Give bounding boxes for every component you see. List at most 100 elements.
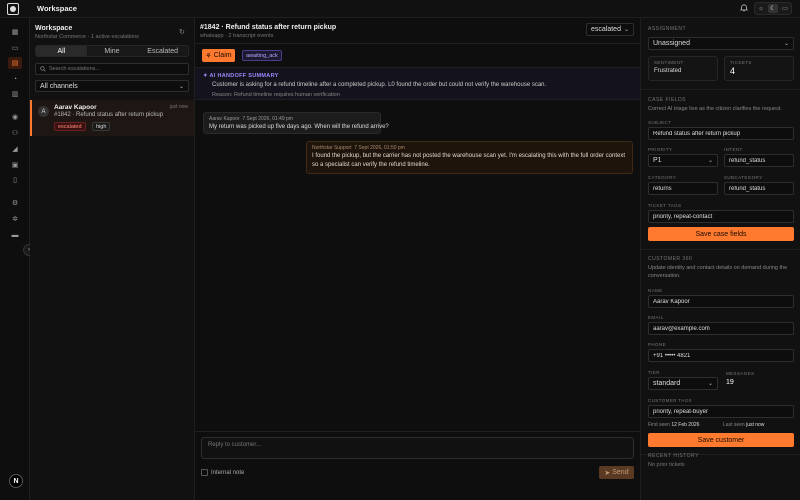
- priority-select[interactable]: P1 ⌄: [648, 154, 718, 167]
- search-icon: [40, 66, 46, 72]
- sparkle-icon: ✦: [203, 73, 208, 79]
- assignment-label: ASSIGNMENT: [648, 26, 687, 32]
- users-icon[interactable]: ⚇: [8, 127, 22, 139]
- last-seen: Last seen just now: [723, 422, 765, 428]
- gauge-icon[interactable]: ◔: [8, 73, 22, 85]
- agent-message: Northstar Support 7 Sept 2026, 01:50 pm …: [306, 141, 633, 174]
- inbox-icon[interactable]: ▭: [8, 42, 22, 54]
- name-input[interactable]: [648, 295, 794, 308]
- chevron-down-icon: ⌄: [783, 41, 789, 47]
- message-text: I found the pickup, but the carrier has …: [312, 153, 625, 168]
- list-item[interactable]: A Aarav Kapoor just now #1842 · Refund s…: [30, 100, 194, 136]
- list-subtitle: Northstar Commerce · 1 active escalation…: [35, 34, 139, 40]
- subject-input[interactable]: [648, 127, 794, 140]
- tab-mine[interactable]: Mine: [87, 46, 138, 56]
- thread-header: #1842 · Refund status after return picku…: [195, 18, 640, 44]
- priority-value: P1: [653, 157, 662, 164]
- book-icon[interactable]: ▯: [8, 174, 22, 186]
- user-avatar[interactable]: N: [9, 474, 23, 488]
- tier-select[interactable]: standard ⌄: [648, 377, 718, 390]
- moon-icon[interactable]: ☾: [768, 4, 778, 13]
- package-icon[interactable]: ▣: [8, 159, 22, 171]
- ai-handoff-summary: ✦ AI HANDOFF SUMMARY Customer is asking …: [195, 67, 640, 100]
- intent-label: INTENT: [724, 147, 743, 152]
- status-badge: escalated: [54, 122, 86, 131]
- priority-label: PRIORITY: [648, 147, 673, 152]
- tier-value: standard: [653, 380, 681, 387]
- escalation-list-panel: Workspace Northstar Commerce · 1 active …: [30, 18, 195, 500]
- customer-tags-input[interactable]: [648, 405, 794, 418]
- phone-field[interactable]: [648, 349, 794, 362]
- tier-label: TIER: [648, 370, 660, 375]
- logo-icon[interactable]: [7, 2, 19, 15]
- settings-icon[interactable]: ⚙: [8, 197, 22, 209]
- stat-label: SENTIMENT: [654, 60, 684, 65]
- status-value: escalated: [591, 26, 621, 33]
- thread-title: #1842 · Refund status after return picku…: [200, 24, 337, 31]
- nav-rail: ▦ ▭ ▤ ◔ ▥ ◉ ⚇ ◢ ▣ ▯ ⚙ ✲ ▬ › N: [0, 18, 35, 500]
- app-title: Workspace: [37, 4, 77, 13]
- reply-composer: Internal note ➤ Send: [195, 431, 640, 500]
- priority-badge: high: [92, 122, 111, 131]
- chevron-down-icon: ⌄: [707, 158, 713, 164]
- customer-tags-label: CUSTOMER TAGS: [648, 398, 692, 403]
- chevron-down-icon: ⌄: [623, 27, 629, 33]
- customer-360-label: CUSTOMER 360: [648, 256, 693, 262]
- claim-icon: ⚘: [205, 52, 212, 60]
- reply-input[interactable]: [201, 437, 634, 459]
- send-icon: ➤: [604, 469, 611, 477]
- top-bar: Workspace ☼ ☾ ▭: [0, 0, 800, 18]
- escalations-icon[interactable]: ▤: [8, 57, 22, 69]
- tab-escalated[interactable]: Escalated: [137, 46, 188, 56]
- sun-icon[interactable]: ☼: [756, 4, 766, 13]
- dashboard-icon[interactable]: ▦: [8, 26, 22, 38]
- customer-360-description: Update identity and contact details on d…: [648, 265, 788, 279]
- ticket-tags-input[interactable]: [648, 210, 794, 223]
- message-meta: Aarav Kapoor 7 Sept 2026, 01:49 pm: [209, 116, 293, 122]
- message-meta: Northstar Support 7 Sept 2026, 01:50 pm: [312, 145, 405, 151]
- refresh-icon[interactable]: ↻: [179, 28, 185, 36]
- avatar: A: [38, 106, 49, 117]
- assignment-select[interactable]: Unassigned ⌄: [648, 37, 794, 50]
- tab-all[interactable]: All: [36, 46, 87, 56]
- assignment-value: Unassigned: [653, 40, 690, 47]
- top-bar-actions: ☼ ☾ ▭: [740, 2, 792, 15]
- customer-message: Aarav Kapoor 7 Sept 2026, 01:49 pm My re…: [203, 112, 389, 134]
- integrations-icon[interactable]: ✲: [8, 213, 22, 225]
- divider: [641, 249, 800, 250]
- save-customer-button[interactable]: Save customer: [648, 433, 794, 447]
- monitor-icon[interactable]: ▭: [780, 4, 790, 13]
- subject-label: SUBJECT: [648, 120, 672, 125]
- email-field[interactable]: [648, 322, 794, 335]
- channel-filter-select[interactable]: All channels ⌄: [35, 80, 189, 92]
- save-case-fields-button[interactable]: Save case fields: [648, 227, 794, 241]
- status-select[interactable]: escalated ⌄: [586, 23, 634, 36]
- claim-label: Claim: [213, 52, 232, 59]
- ticket-tags-label: TICKET TAGS: [648, 203, 682, 208]
- internal-note-label: Internal note: [211, 469, 245, 476]
- analytics-icon[interactable]: ▥: [8, 88, 22, 100]
- bot-icon[interactable]: ◉: [8, 111, 22, 123]
- message-text: My return was picked up five days ago. W…: [209, 124, 389, 130]
- internal-note-toggle[interactable]: Internal note: [201, 469, 244, 476]
- category-input[interactable]: [648, 182, 718, 195]
- bell-icon[interactable]: [740, 3, 748, 14]
- phone-label: PHONE: [648, 342, 667, 347]
- subcategory-input[interactable]: [724, 182, 794, 195]
- messages-count: 19: [726, 379, 734, 386]
- claim-button[interactable]: ⚘ Claim: [202, 49, 235, 62]
- handoff-body: Customer is asking for a refund timeline…: [212, 82, 547, 88]
- history-empty-text: No prior tickets: [648, 462, 685, 468]
- send-button[interactable]: ➤ Send: [599, 466, 634, 479]
- stat-value: Frustrated: [654, 68, 682, 74]
- internal-note-checkbox[interactable]: [201, 469, 208, 476]
- search-input[interactable]: [48, 66, 188, 72]
- megaphone-icon[interactable]: ◢: [8, 143, 22, 155]
- recent-history-label: RECENT HISTORY: [648, 453, 699, 459]
- case-fields-description: Correct AI triage live as the citizen cl…: [648, 106, 782, 112]
- category-label: CATEGORY: [648, 175, 677, 180]
- list-filter-tabs: All Mine Escalated: [35, 45, 189, 57]
- intent-input[interactable]: [724, 154, 794, 167]
- billing-icon[interactable]: ▬: [8, 229, 22, 241]
- theme-toggle: ☼ ☾ ▭: [754, 2, 792, 15]
